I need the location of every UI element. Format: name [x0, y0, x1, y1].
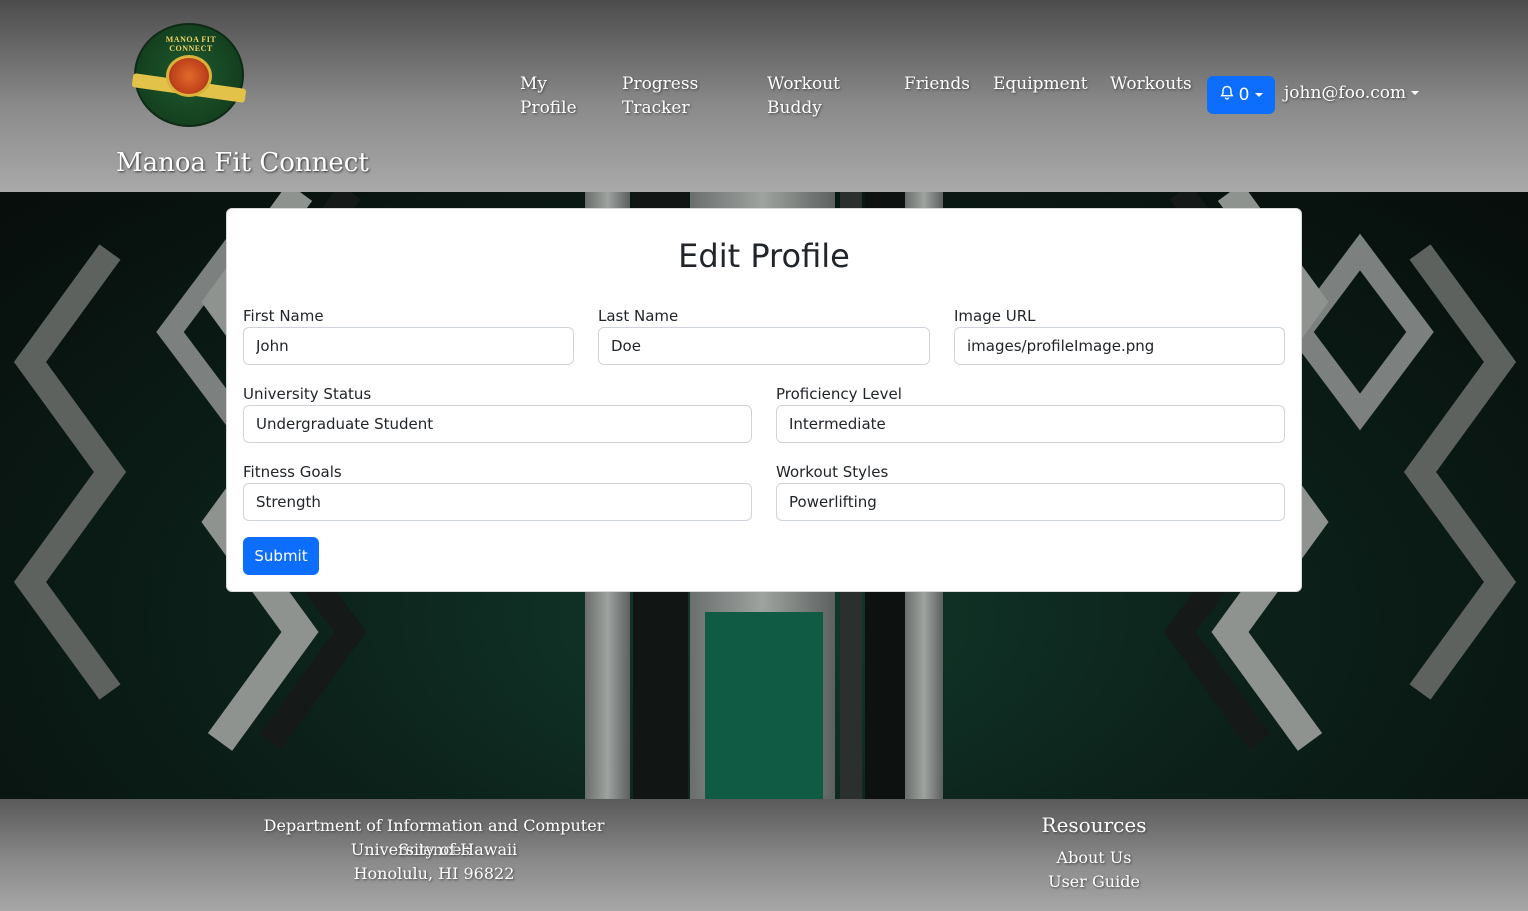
notifications-count: 0 [1238, 85, 1250, 105]
footer-user-guide-link[interactable]: User Guide [994, 870, 1194, 894]
first-name-label: First Name [243, 307, 324, 325]
proficiency-level-field[interactable] [776, 405, 1285, 443]
user-email: john@foo.com [1284, 83, 1407, 103]
nav-label-line1: Progress [622, 74, 699, 94]
submit-button[interactable]: Submit [243, 537, 319, 575]
footer: Department of Information and Computer S… [0, 799, 1528, 911]
workout-styles-field[interactable] [776, 483, 1285, 521]
nav-label-line2: Profile [520, 98, 577, 118]
brand-logo[interactable]: MANOA FIT CONNECT [131, 23, 247, 127]
nav-label-line2: Tracker [622, 98, 690, 118]
workout-styles-label: Workout Styles [776, 463, 889, 481]
nav-label-line2: Buddy [767, 98, 822, 118]
university-status-label: University Status [243, 385, 372, 403]
nav-label-line1: My [520, 74, 548, 94]
page-title: Edit Profile [678, 237, 850, 275]
nav-my-profile[interactable]: My Profile [520, 72, 577, 120]
fitness-goals-field[interactable] [243, 483, 752, 521]
first-name-field[interactable] [243, 327, 574, 365]
dumbbell-emblem-icon [166, 55, 212, 97]
image-url-label: Image URL [954, 307, 1036, 325]
footer-university: University of Hawaii [350, 840, 518, 859]
edit-profile-card: Edit Profile First Name Last Name Image … [226, 208, 1302, 592]
fitness-goals-label: Fitness Goals [243, 463, 342, 481]
image-url-field[interactable] [954, 327, 1285, 365]
nav-label-line1: Workout [767, 74, 840, 94]
nav-friends[interactable]: Friends [904, 72, 970, 96]
nav-equipment[interactable]: Equipment [993, 72, 1088, 96]
navbar: MANOA FIT CONNECT Manoa Fit Connect My P… [0, 0, 1528, 192]
notifications-button[interactable]: 0 [1207, 76, 1275, 114]
chevron-down-icon [1255, 93, 1264, 97]
user-dropdown[interactable]: john@foo.com [1284, 83, 1420, 103]
nav-progress-tracker[interactable]: Progress Tracker [622, 72, 698, 120]
bell-icon [1219, 85, 1235, 106]
last-name-label: Last Name [598, 307, 679, 325]
logo-text: MANOA FIT CONNECT [165, 35, 217, 53]
brand-name[interactable]: Manoa Fit Connect [116, 148, 369, 178]
footer-resources-heading: Resources [1041, 813, 1147, 837]
last-name-field[interactable] [598, 327, 930, 365]
nav-workout-buddy[interactable]: Workout Buddy [767, 72, 840, 120]
chevron-down-icon [1411, 91, 1420, 95]
proficiency-level-label: Proficiency Level [776, 385, 902, 403]
nav-workouts[interactable]: Workouts [1110, 72, 1192, 96]
footer-address: Honolulu, HI 96822 [353, 864, 515, 883]
university-status-field[interactable] [243, 405, 752, 443]
footer-about-link[interactable]: About Us [994, 846, 1194, 870]
